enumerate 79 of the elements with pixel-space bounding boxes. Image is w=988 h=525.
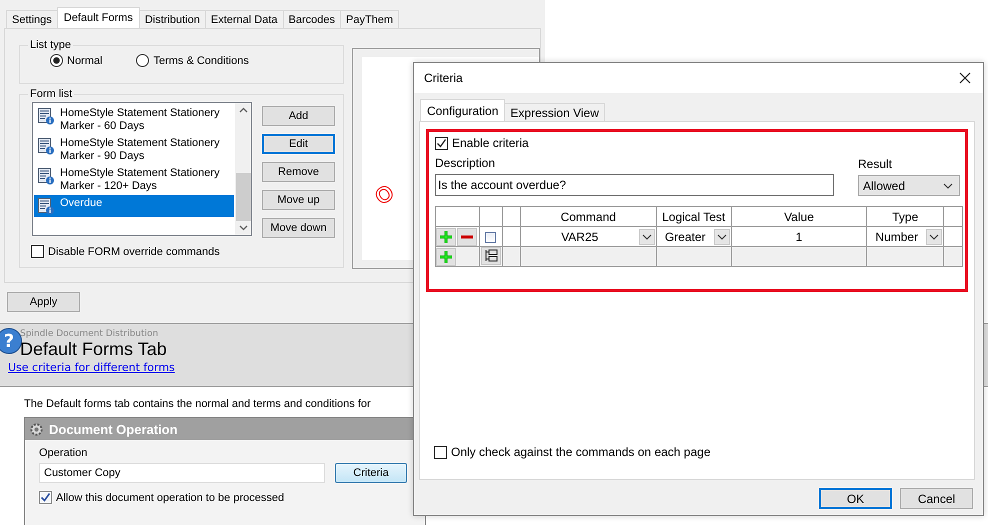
checkbox[interactable] [31, 245, 44, 258]
add-row-button[interactable] [436, 228, 456, 246]
table-cell-text: Greater [664, 230, 707, 244]
list-item[interactable]: HomeStyle Statement Stationery Marker - 90 Days [34, 135, 234, 165]
plus-icon [439, 230, 453, 244]
column-header: Logical Test [656, 206, 732, 226]
help-icon: ? [0, 328, 22, 354]
list-item[interactable]: Overdue [34, 195, 234, 217]
description-field[interactable]: Is the account overdue? [435, 174, 834, 196]
add-group-button[interactable] [480, 247, 501, 265]
field-label: Result [858, 157, 894, 171]
field-label: Operation [39, 447, 88, 459]
column-header: Type [866, 206, 944, 226]
tab[interactable]: Settings [6, 10, 58, 28]
remove-row-button[interactable] [457, 228, 477, 246]
list-action-button[interactable]: Move down [262, 218, 335, 238]
field-label: Description [435, 156, 496, 170]
document-info-icon [38, 198, 54, 215]
document-info-icon [38, 138, 54, 155]
tab[interactable]: Default Forms [56, 7, 140, 28]
group-label: Form list [29, 88, 74, 100]
checkbox[interactable] [39, 491, 52, 504]
close-icon[interactable] [959, 72, 971, 84]
group-icon [484, 249, 498, 263]
table-cell: 1 [796, 230, 802, 244]
table-cell-text: Number [874, 230, 920, 244]
chevron-icon [642, 234, 652, 240]
scrollbar[interactable] [235, 103, 251, 235]
column-header: Value [731, 206, 867, 226]
help-title: Default Forms Tab [20, 339, 168, 359]
group-label: List type [29, 39, 72, 51]
list-item[interactable]: HomeStyle Statement Stationery Marker - 60 Days [34, 105, 234, 135]
column-header: Command [520, 206, 656, 226]
checkbox[interactable] [434, 446, 447, 458]
dialog-button[interactable]: OK [819, 488, 892, 509]
criteria-button[interactable]: Criteria [335, 463, 407, 483]
dialog-title: Criteria [424, 71, 463, 85]
list-action-button[interactable]: Remove [262, 162, 335, 182]
list-action-button[interactable]: Add [262, 106, 335, 126]
list-item[interactable]: HomeStyle Statement Stationery Marker - 120+ Days [34, 165, 234, 195]
dropdown-button[interactable] [714, 228, 730, 244]
gear-icon [29, 422, 44, 436]
apply-button[interactable]: Apply [7, 292, 80, 312]
document-info-icon [38, 168, 54, 185]
radio-button[interactable] [50, 54, 63, 67]
list-action-button[interactable]: Edit [262, 134, 335, 154]
chevron-up-icon[interactable] [238, 107, 248, 113]
radio-label: Normal [67, 54, 102, 66]
checkbox-label: Only check against the commands on each page [451, 445, 710, 459]
list-action-button[interactable]: Move up [262, 190, 335, 210]
table-cell-text: VAR25 [560, 230, 600, 244]
dialog-button[interactable]: Cancel [900, 488, 973, 509]
checkbox-label: Enable criteria [452, 136, 529, 150]
chevron-icon [943, 182, 953, 188]
help-paragraph: The Default forms tab contains the normal and terms and conditions for [24, 398, 371, 410]
chevron-icon [716, 234, 727, 240]
tab[interactable]: Expression View [504, 103, 605, 121]
plus-icon [439, 250, 453, 264]
radio-label: Terms & Conditions [153, 54, 249, 66]
help-link[interactable]: Use criteria for different forms [8, 361, 175, 374]
chevron-icon [929, 234, 940, 240]
row-checkbox[interactable] [485, 232, 496, 243]
checkbox[interactable] [435, 136, 448, 150]
list-box[interactable]: HomeStyle Statement Stationery Marker - 60 Days HomeStyle Statement Stationery Marker - 90 Days HomeStyle Statement Stationery Marker - 120+ Days Overdue [32, 102, 252, 236]
dropdown-button[interactable] [926, 228, 942, 244]
add-row-button[interactable] [436, 248, 456, 266]
checkbox-label: Disable FORM override commands [48, 246, 220, 258]
tab[interactable]: Configuration [420, 99, 506, 121]
panel-title: Document Operation [49, 422, 178, 436]
radio-button[interactable] [136, 54, 150, 67]
chevron-down-icon[interactable] [238, 225, 248, 231]
result-dropdown[interactable]: Allowed [858, 175, 960, 196]
dropdown-button[interactable] [638, 228, 655, 244]
document-info-icon [38, 108, 54, 125]
checkbox-label: Allow this document operation to be processed [56, 492, 284, 504]
stamp-text: O [370, 179, 400, 211]
tab[interactable]: PayThem [340, 10, 400, 28]
operation-field[interactable]: Customer Copy [39, 463, 325, 483]
app-name: Spindle Document Distribution [20, 329, 160, 339]
